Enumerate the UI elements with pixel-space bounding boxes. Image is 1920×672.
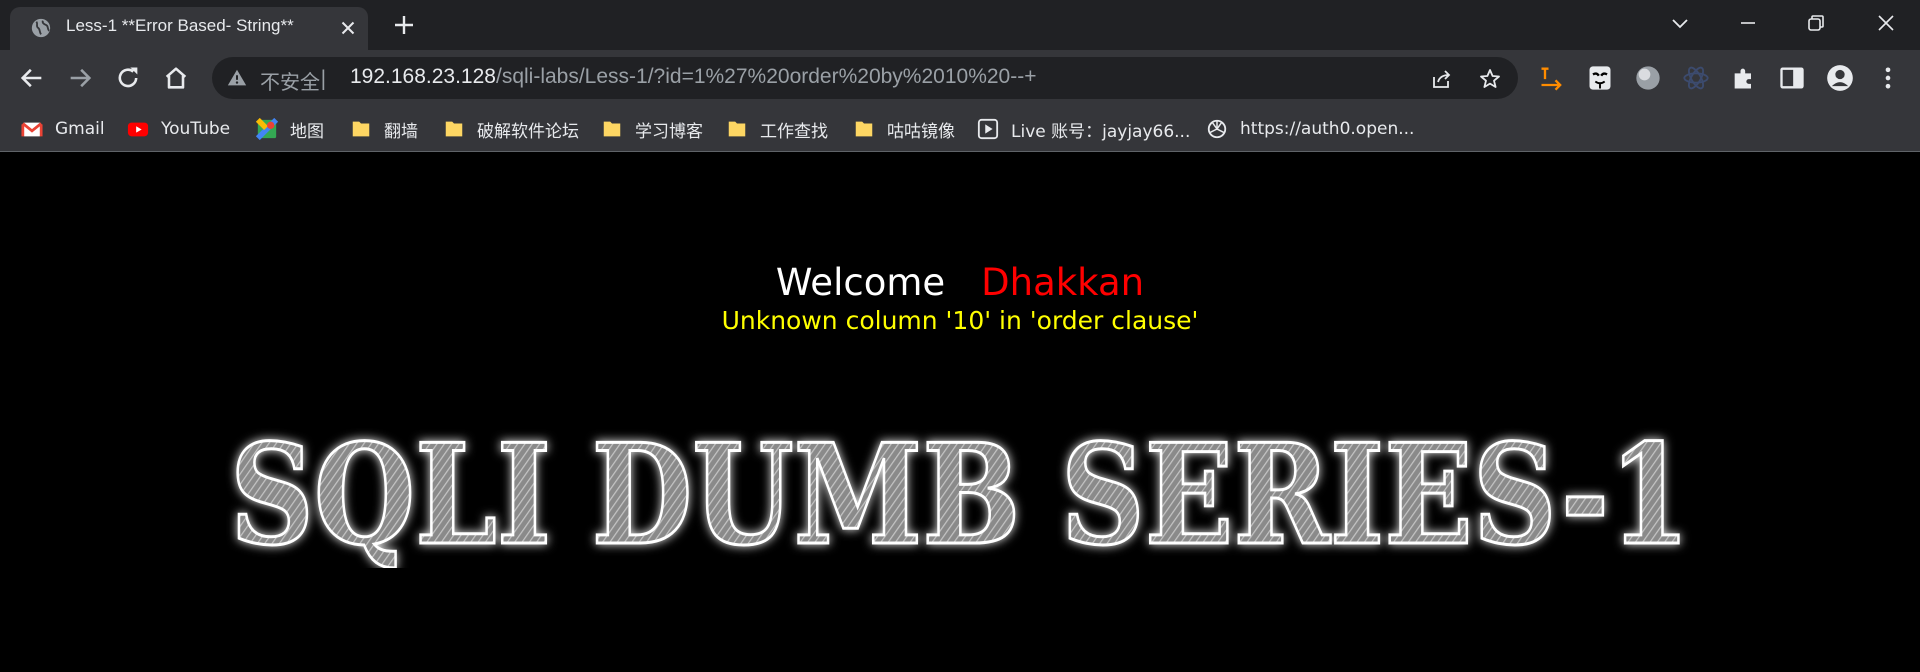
back-icon[interactable] (18, 64, 46, 92)
bookmark-label: YouTube (161, 119, 231, 139)
security-label[interactable]: 不安全 (260, 66, 320, 95)
bookmark-label: 翻墙 (384, 121, 418, 142)
bookmark-folder-jobs[interactable]: 工作查找 (726, 116, 828, 142)
bookmark-folder-vpn[interactable]: 翻墙 (350, 116, 418, 142)
globe-icon (31, 18, 51, 38)
browser-toolbar: 不安全 | 192.168.23.128/sqli-labs/Less-1/?i… (0, 50, 1920, 106)
reload-icon[interactable] (114, 64, 142, 92)
folder-icon (855, 121, 873, 137)
folder-icon (728, 121, 746, 137)
tab-search-icon[interactable] (1668, 11, 1692, 35)
home-icon[interactable] (162, 64, 190, 92)
bookmark-folder-blog[interactable]: 学习博客 (601, 116, 703, 142)
bookmark-label: 工作查找 (760, 121, 828, 142)
gmail-icon (21, 122, 43, 137)
url-path: /sqli-labs/Less-1/?id=1%27%20order%20by%… (495, 65, 1037, 88)
maps-icon (256, 118, 278, 140)
folder-icon (603, 121, 621, 137)
translate-extension-icon[interactable] (1538, 64, 1566, 92)
browser-tab[interactable]: Less-1 **Error Based- String** (10, 7, 368, 50)
omnibox-separator: | (320, 66, 327, 90)
welcome-line: Welcome Dhakkan (0, 261, 1920, 304)
url-host: 192.168.23.128 (350, 65, 496, 88)
side-panel-icon[interactable] (1778, 64, 1806, 92)
bookmark-label: 学习博客 (635, 121, 703, 142)
bookmark-label: 破解软件论坛 (477, 121, 579, 142)
sqli-banner: SQLI DUMB SERIES-1 (229, 418, 1692, 568)
banner-text: SQLI DUMB SERIES-1 (230, 418, 1690, 568)
react-extension-icon[interactable] (1682, 64, 1710, 92)
title-bar: Less-1 **Error Based- String** (0, 0, 1920, 50)
bookmark-folder-software[interactable]: 破解软件论坛 (443, 116, 579, 142)
share-icon[interactable] (1430, 67, 1454, 91)
bookmark-youtube[interactable]: YouTube (127, 116, 230, 142)
bookmark-label: Live 账号：jayjay66... (1011, 121, 1191, 142)
openai-icon (1207, 119, 1227, 139)
bookmark-label: https://auth0.open... (1240, 119, 1415, 139)
bookmark-label: 地图 (290, 121, 324, 142)
sphere-extension-icon[interactable] (1634, 64, 1662, 92)
forward-icon[interactable] (66, 64, 94, 92)
new-tab-icon[interactable] (392, 13, 416, 37)
close-window-icon[interactable] (1874, 11, 1898, 35)
bookmark-live-account[interactable]: Live 账号：jayjay66... (977, 116, 1190, 142)
sql-error-message: Unknown column '10' in 'order clause' (721, 306, 1199, 335)
menu-kebab-icon[interactable] (1874, 64, 1902, 92)
bookmark-star-icon[interactable] (1478, 67, 1502, 91)
bookmark-maps[interactable]: 地图 (256, 116, 324, 142)
tab-title: Less-1 **Error Based- String** (66, 16, 294, 35)
page-content: Welcome Dhakkan Unknown column '10' in 'o… (0, 153, 1920, 672)
url-text[interactable]: 192.168.23.128/sqli-labs/Less-1/?id=1%27… (350, 65, 1036, 89)
youtube-icon (127, 122, 149, 137)
close-tab-icon[interactable] (337, 17, 359, 39)
address-bar[interactable]: 不安全 | 192.168.23.128/sqli-labs/Less-1/?i… (212, 57, 1518, 99)
bookmark-openai-auth[interactable]: https://auth0.open... (1206, 116, 1414, 142)
play-icon (977, 118, 999, 140)
bookmark-label: 咕咕镜像 (887, 121, 955, 142)
bookmark-gmail[interactable]: Gmail (21, 116, 105, 142)
mask-extension-icon[interactable] (1586, 64, 1614, 92)
puzzle-extensions-icon[interactable] (1730, 64, 1758, 92)
bookmarks-bar: Gmail YouTube 地图 翻墙 破解软件论坛 学习博客 工作查找 咕咕镜… (0, 106, 1920, 152)
bookmark-folder-mirror[interactable]: 咕咕镜像 (853, 116, 955, 142)
user-name: Dhakkan (981, 261, 1145, 304)
folder-icon (445, 121, 463, 137)
bookmark-label: Gmail (55, 119, 105, 139)
profile-avatar-icon[interactable] (1826, 64, 1854, 92)
restore-icon[interactable] (1804, 11, 1828, 35)
warning-icon[interactable] (226, 67, 248, 89)
welcome-text: Welcome (775, 261, 946, 304)
folder-icon (352, 121, 370, 137)
minimize-icon[interactable] (1736, 11, 1760, 35)
